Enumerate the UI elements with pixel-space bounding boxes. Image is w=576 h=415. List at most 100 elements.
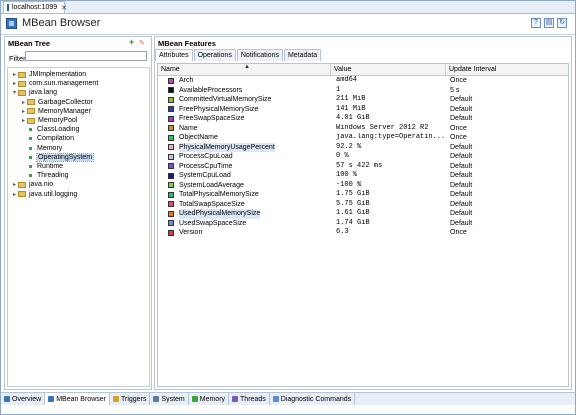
table-row[interactable]: FreeSwapSpaceSize 4.01 GiB Default [158,114,568,124]
tree-item[interactable]: Memory [20,144,62,153]
tab-attributes[interactable]: Attributes [155,49,193,61]
color-swatch-icon[interactable] [168,115,174,122]
table-row[interactable]: SystemLoadAverage -100 % Default [158,181,568,191]
color-swatch-icon[interactable] [168,144,174,151]
chevron-down-icon[interactable]: ▾ [11,89,18,96]
color-swatch-icon[interactable] [168,96,174,103]
chevron-right-icon[interactable]: ▸ [20,99,27,106]
tree-item[interactable]: ▸ com.sun.management [11,79,98,88]
update-interval[interactable]: Default [450,95,560,105]
update-interval[interactable]: Once [450,124,560,134]
tree-item[interactable]: ▸ JMImplementation [11,70,86,79]
configure-icon[interactable]: ✎ [139,39,145,47]
update-interval[interactable]: Default [450,200,560,210]
chevron-right-icon[interactable]: ▸ [11,181,18,188]
tree-item[interactable]: ▸ java.nio [11,180,53,189]
table-row[interactable]: ProcessCpuLoad 0 % Default [158,152,568,162]
attribute-name-cell: ObjectName [168,133,333,143]
table-row[interactable]: TotalSwapSpaceSize 5.75 GiB Default [158,200,568,210]
column-header-update-interval[interactable]: Update Interval [446,64,568,75]
update-interval[interactable]: Once [450,228,560,238]
color-swatch-icon[interactable] [168,229,174,236]
update-interval[interactable]: Default [450,209,560,219]
color-swatch-icon[interactable] [168,134,174,141]
attribute-name-cell: Name [168,124,333,134]
filter-input[interactable] [25,51,147,61]
help-icon[interactable]: ? [531,18,541,28]
table-row[interactable]: UsedPhysicalMemorySize 1.61 GiB Default [158,209,568,219]
tree-item[interactable]: ▸ MemoryPool [20,116,77,125]
tab-diagnostic-commands[interactable]: Diagnostic Commands [270,393,356,405]
update-interval[interactable]: Once [450,76,560,86]
tab-memory[interactable]: Memory [189,393,230,405]
update-interval[interactable]: Default [450,162,560,172]
color-swatch-icon[interactable] [168,125,174,132]
table-row[interactable]: PhysicalMemoryUsagePercent 92.2 % Default [158,142,568,153]
column-header-value[interactable]: Value [331,64,446,75]
chevron-right-icon[interactable]: ▸ [11,71,18,78]
table-row[interactable]: Arch amd64 Once [158,76,568,86]
tree-item[interactable]: ▸ MemoryManager [20,107,91,116]
table-row[interactable]: AvailableProcessors 1 5 s [158,86,568,96]
table-row[interactable]: ObjectName java.lang:type=Operatin... Once [158,133,568,143]
attribute-value: 92.2 % [336,142,362,151]
tree-item-label: GarbageCollector [38,98,93,106]
update-interval[interactable]: 5 s [450,86,560,96]
tree-item[interactable]: Threading [20,171,69,180]
table-row[interactable]: Version 6.3 Once [158,228,568,238]
tree-item[interactable]: Compilation [20,134,74,143]
tree-item[interactable]: ▾ java.lang [11,88,57,97]
tab-system[interactable]: System [150,393,189,405]
chevron-right-icon[interactable]: ▸ [20,108,27,115]
color-swatch-icon[interactable] [168,77,174,84]
update-interval[interactable]: Default [450,143,560,153]
table-row[interactable]: UsedSwapSpaceSize 1.74 GiB Default [158,219,568,229]
tab-threads[interactable]: Threads [229,393,270,405]
add-icon[interactable]: + [129,38,134,47]
tab-operations[interactable]: Operations [193,49,236,61]
refresh-icon[interactable]: ↻ [557,18,567,28]
update-interval[interactable]: Once [450,133,560,143]
color-swatch-icon[interactable] [168,182,174,189]
tree-item[interactable]: ClassLoading [20,125,79,134]
layout-toggle-icon[interactable]: ▤ [544,18,554,28]
update-interval[interactable]: Default [450,152,560,162]
tree-item[interactable]: ▸ java.util.logging [11,190,77,199]
update-interval[interactable]: Default [450,171,560,181]
color-swatch-icon[interactable] [168,191,174,198]
close-icon[interactable]: ✕ [61,4,67,12]
table-row[interactable]: Name Windows Server 2012 R2 Once [158,124,568,134]
color-swatch-icon[interactable] [168,220,174,227]
column-header-name[interactable]: Name ▲ [158,64,331,75]
update-interval[interactable]: Default [450,114,560,124]
chevron-right-icon[interactable]: ▸ [11,80,18,87]
color-swatch-icon[interactable] [168,153,174,160]
update-interval[interactable]: Default [450,190,560,200]
color-swatch-icon[interactable] [168,163,174,170]
color-swatch-icon[interactable] [168,201,174,208]
tab-triggers[interactable]: Triggers [110,393,151,405]
table-row[interactable]: SystemCpuLoad 100 % Default [158,171,568,181]
tab-mbean-browser[interactable]: MBean Browser [45,393,110,405]
table-row[interactable]: TotalPhysicalMemorySize 1.75 GiB Default [158,190,568,200]
chevron-right-icon[interactable]: ▸ [20,117,27,124]
table-row[interactable]: CommittedVirtualMemorySize 211 MiB Default [158,95,568,105]
update-interval[interactable]: Default [450,219,560,229]
update-interval[interactable]: Default [450,181,560,191]
color-swatch-icon[interactable] [168,210,174,217]
tree-item[interactable]: OperatingSystem [20,152,95,162]
attribute-name: TotalPhysicalMemorySize [179,191,259,198]
chevron-right-icon[interactable]: ▸ [11,191,18,198]
tree-item[interactable]: Runtime [20,162,63,171]
table-row[interactable]: ProcessCpuTime 57 s 422 ms Default [158,162,568,172]
table-row[interactable]: FreePhysicalMemorySize 141 MiB Default [158,105,568,115]
color-swatch-icon[interactable] [168,87,174,94]
tab-notifications[interactable]: Notifications [236,49,283,61]
color-swatch-icon[interactable] [168,172,174,179]
color-swatch-icon[interactable] [168,106,174,113]
tab-metadata[interactable]: Metadata [283,49,322,61]
connection-tab[interactable]: localhost:1099 ✕ [3,1,67,13]
tree-item[interactable]: ▸ GarbageCollector [20,98,93,107]
update-interval[interactable]: Default [450,105,560,115]
tab-overview[interactable]: Overview [1,393,46,405]
